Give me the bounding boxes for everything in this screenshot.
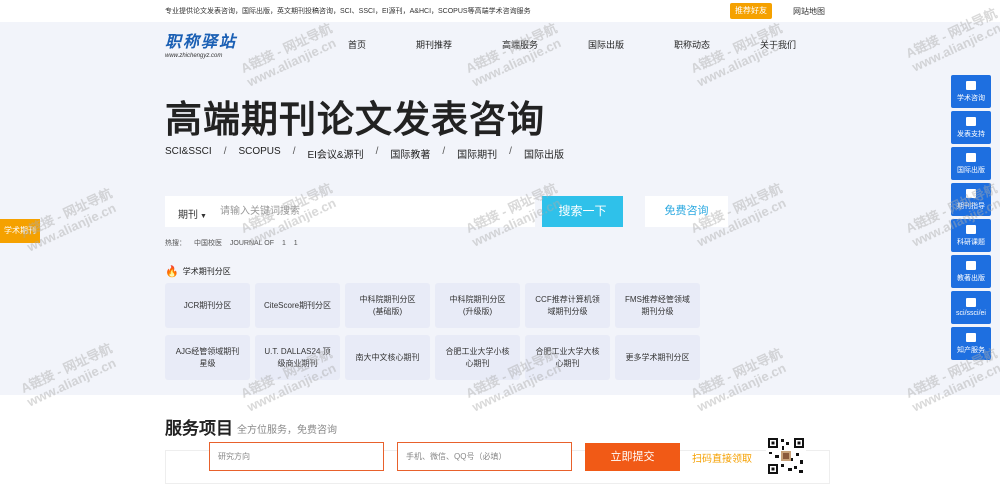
research-direction-field <box>209 442 384 471</box>
hot-search-term[interactable]: 中国校医 <box>194 240 222 247</box>
hero-title: 高端期刊论文发表咨询 <box>165 99 545 140</box>
logo-title: 职称驿站 <box>165 32 238 51</box>
header: 职称驿站 www.zhichengyz.com 首页 期刊推荐 高端服务 国际出… <box>0 22 1000 66</box>
hot-search-term[interactable]: JOURNAL OF <box>230 240 274 247</box>
ranking-cas-basic[interactable]: 中科院期刊分区 (基础版) <box>345 283 430 328</box>
research-direction-input[interactable] <box>210 443 383 470</box>
ranking-ut-dallas[interactable]: U.T. DALLAS24 顶 级商业期刊 <box>255 335 340 380</box>
hot-searches-label: 热搜： <box>165 240 186 247</box>
category-separator: / <box>442 146 446 157</box>
contact-field <box>397 442 572 471</box>
free-consult-button[interactable]: 免费咨询 <box>645 196 728 227</box>
contact-input[interactable] <box>398 443 571 470</box>
sidebar-item-label: 学术咨询 <box>957 94 985 102</box>
services-subtitle: 全方位服务，免费咨询 <box>237 425 337 436</box>
sidebar-item-ip-service[interactable]: 知产服务 <box>951 327 991 360</box>
category-scopus[interactable]: SCOPUS <box>238 146 280 161</box>
sidebar-item-label: 国际出版 <box>957 166 985 174</box>
logo-url: www.zhichengyz.com <box>165 53 223 59</box>
patent-icon <box>966 332 976 342</box>
site-logo[interactable]: 职称驿站 www.zhichengyz.com <box>165 28 237 59</box>
sitemap-link[interactable]: 网站地图 <box>793 6 825 17</box>
document-icon <box>966 116 976 126</box>
ranking-hfut-large[interactable]: 合肥工业大学大核 心期刊 <box>525 335 610 380</box>
book-icon <box>966 260 976 270</box>
sidebar-item-label: sci/ssci/ei <box>956 310 986 317</box>
category-links: SCI&SSCI / SCOPUS / EI会议&源刊 / 国际教著 / 国际期… <box>165 146 564 161</box>
ranking-hfut-small[interactable]: 合肥工业大学小核 心期刊 <box>435 335 520 380</box>
nav-international-publishing[interactable]: 国际出版 <box>588 38 624 51</box>
ranking-cas-upgraded[interactable]: 中科院期刊分区 (升级版) <box>435 283 520 328</box>
sidebar-item-book-publishing[interactable]: 教著出版 <box>951 255 991 288</box>
ranking-ccf[interactable]: CCF推荐计算机领 域期刊分级 <box>525 283 610 328</box>
sidebar-item-label: 科研课题 <box>957 238 985 246</box>
category-intl-journals[interactable]: 国际期刊 <box>457 146 497 161</box>
right-sidebar: 学术咨询 发表支持 国际出版 期刊指导 科研课题 教著出版 sci/ssci/e… <box>951 75 991 363</box>
sidebar-item-label: 发表支持 <box>957 130 985 138</box>
journal-ranking-grid: JCR期刊分区 CiteScore期刊分区 中科院期刊分区 (基础版) 中科院期… <box>165 283 700 380</box>
category-sci-ssci[interactable]: SCI&SSCI <box>165 146 212 161</box>
recommend-friend-button[interactable]: 推荐好友 <box>730 3 772 19</box>
category-separator: / <box>375 146 379 157</box>
category-ei[interactable]: EI会议&源刊 <box>307 146 363 161</box>
submit-button[interactable]: 立即提交 <box>585 443 680 471</box>
search-input[interactable] <box>220 202 520 221</box>
section-heading-label: 学术期刊分区 <box>182 267 231 276</box>
ranking-jcr[interactable]: JCR期刊分区 <box>165 283 250 328</box>
hot-search-term[interactable]: 1 <box>294 240 298 247</box>
category-separator: / <box>223 146 227 157</box>
hot-searches: 热搜： 中国校医 JOURNAL OF 1 1 <box>165 238 304 248</box>
journal-icon <box>966 298 976 307</box>
qr-code-icon <box>766 436 806 476</box>
guide-icon <box>966 188 976 198</box>
search-box: 期刊 ▼ <box>165 196 535 227</box>
sidebar-item-publish-support[interactable]: 发表支持 <box>951 111 991 144</box>
sidebar-item-label: 期刊指导 <box>957 202 985 210</box>
edit-icon <box>966 152 976 162</box>
user-icon <box>966 224 976 234</box>
services-title: 服务项目 <box>165 419 233 438</box>
sidebar-item-sci-ssci-ei[interactable]: sci/ssci/ei <box>951 291 991 324</box>
sidebar-item-label: 知产服务 <box>957 346 985 354</box>
hot-search-term[interactable]: 1 <box>282 240 286 247</box>
top-bar: 专业提供论文发表咨询，国际出版，英文期刊投稿咨询，SCI、SSCI，EI源刊，A… <box>0 0 1000 22</box>
left-float-tab[interactable]: 学术期刊 <box>0 219 40 243</box>
category-separator: / <box>292 146 296 157</box>
ranking-nju-core[interactable]: 南大中文核心期刊 <box>345 335 430 380</box>
sidebar-item-label: 教著出版 <box>957 274 985 282</box>
search-scope-label: 期刊 <box>178 210 198 221</box>
nav-journal-recommend[interactable]: 期刊推荐 <box>416 38 452 51</box>
nav-home[interactable]: 首页 <box>348 38 366 51</box>
sidebar-item-intl-publishing[interactable]: 国际出版 <box>951 147 991 180</box>
ranking-ajg[interactable]: AJG经管领域期刊 星级 <box>165 335 250 380</box>
sidebar-item-academic-consult[interactable]: 学术咨询 <box>951 75 991 108</box>
nav-title-news[interactable]: 职称动态 <box>674 38 710 51</box>
ranking-citescore[interactable]: CiteScore期刊分区 <box>255 283 340 328</box>
category-intl-publishing[interactable]: 国际出版 <box>524 146 564 161</box>
nav-about-us[interactable]: 关于我们 <box>760 38 796 51</box>
sidebar-item-research-project[interactable]: 科研课题 <box>951 219 991 252</box>
search-scope-select[interactable]: 期刊 ▼ <box>178 206 207 221</box>
consult-icon <box>966 80 976 90</box>
site-tagline: 专业提供论文发表咨询，国际出版，英文期刊投稿咨询，SCI、SSCI，EI源刊，A… <box>165 8 531 15</box>
search-button[interactable]: 搜索一下 <box>542 196 623 227</box>
ranking-more[interactable]: 更多学术期刊分区 <box>615 335 700 380</box>
nav-premium-service[interactable]: 高端服务 <box>502 38 538 51</box>
section-heading: 🔥 学术期刊分区 <box>165 265 231 278</box>
sidebar-item-journal-guide[interactable]: 期刊指导 <box>951 183 991 216</box>
ranking-fms[interactable]: FMS推荐经管领域 期刊分级 <box>615 283 700 328</box>
category-separator: / <box>509 146 512 157</box>
fire-icon: 🔥 <box>165 266 179 278</box>
category-intl-books[interactable]: 国际教著 <box>390 146 430 161</box>
qr-prompt: 扫码直接领取 <box>692 454 752 465</box>
chevron-down-icon: ▼ <box>200 213 207 220</box>
